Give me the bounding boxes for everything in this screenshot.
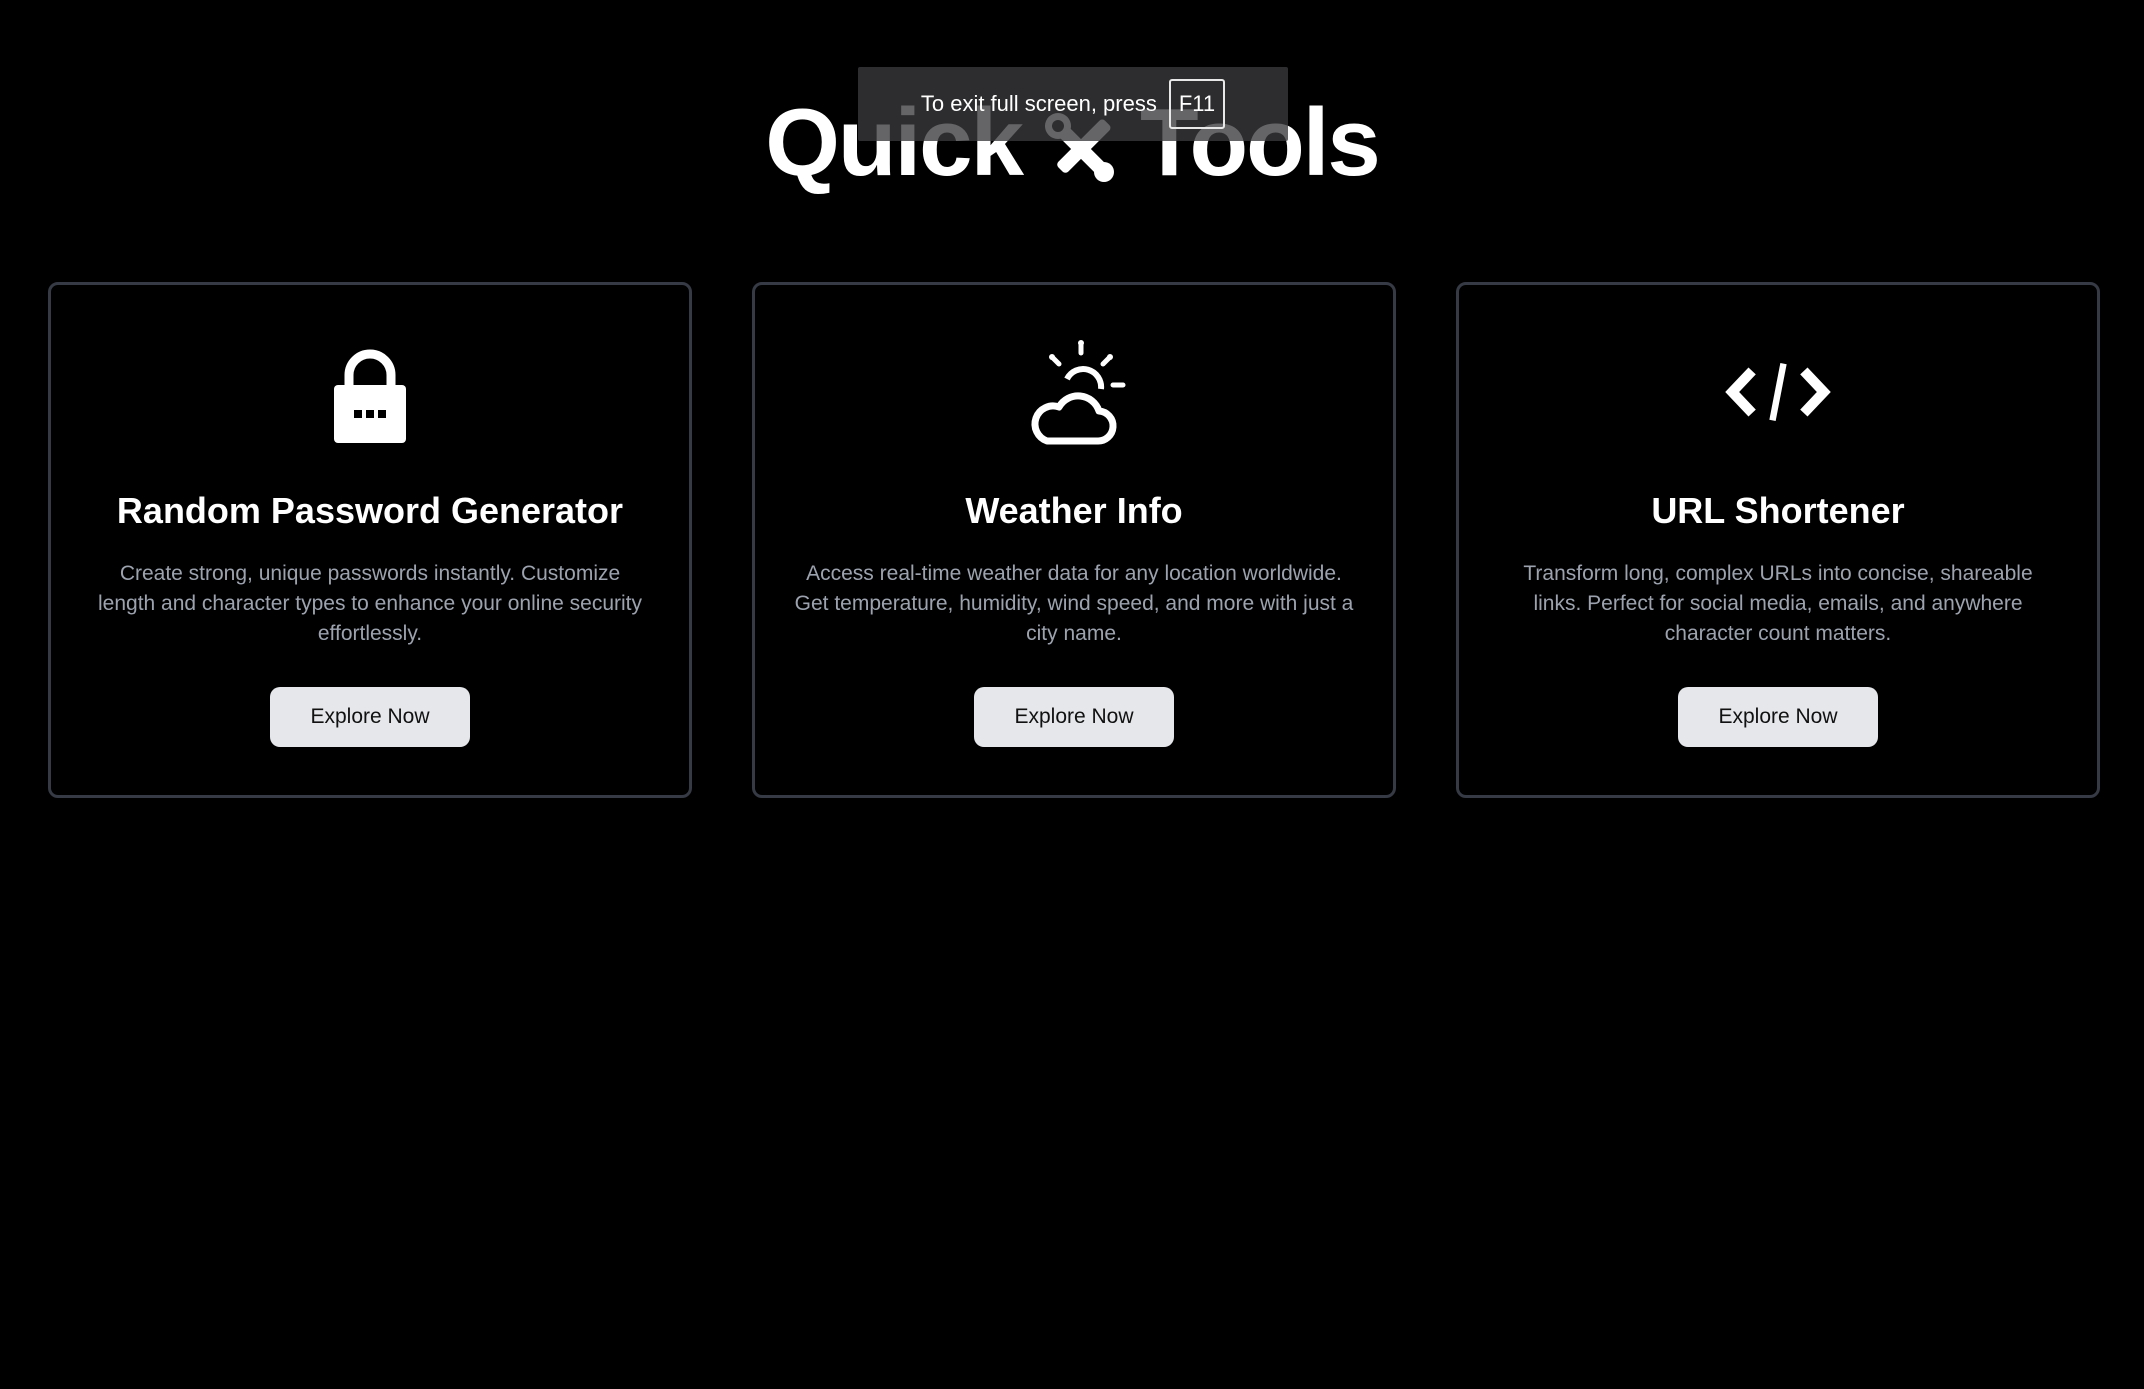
tool-cards: Random Password Generator Create strong,… xyxy=(48,282,2100,798)
f11-key-badge: F11 xyxy=(1168,79,1226,129)
card-description: Transform long, complex URLs into concis… xyxy=(1523,562,2033,645)
card-weather-info: Weather Info Access real-time weather da… xyxy=(752,282,1396,798)
card-title: Weather Info xyxy=(965,490,1183,531)
lock-icon xyxy=(315,337,425,447)
card-title: URL Shortener xyxy=(1651,490,1905,531)
card-description: Access real-time weather data for any lo… xyxy=(794,562,1354,645)
card-title: Random Password Generator xyxy=(116,490,624,531)
explore-now-button[interactable]: Explore Now xyxy=(974,687,1174,747)
explore-now-button[interactable]: Explore Now xyxy=(1678,687,1878,747)
code-icon xyxy=(1723,337,1833,447)
explore-now-button[interactable]: Explore Now xyxy=(270,687,470,747)
fullscreen-exit-text: To exit full screen, press xyxy=(920,91,1157,116)
card-url-shortener: URL Shortener Transform long, complex UR… xyxy=(1456,282,2100,798)
card-password-generator: Random Password Generator Create strong,… xyxy=(48,282,692,798)
card-description: Create strong, unique passwords instantl… xyxy=(97,562,642,645)
page: Quick Tools To exit full screen, press F… xyxy=(0,0,2144,1389)
weather-icon xyxy=(1019,337,1129,447)
fullscreen-exit-notice: To exit full screen, press F11 xyxy=(858,67,1288,141)
